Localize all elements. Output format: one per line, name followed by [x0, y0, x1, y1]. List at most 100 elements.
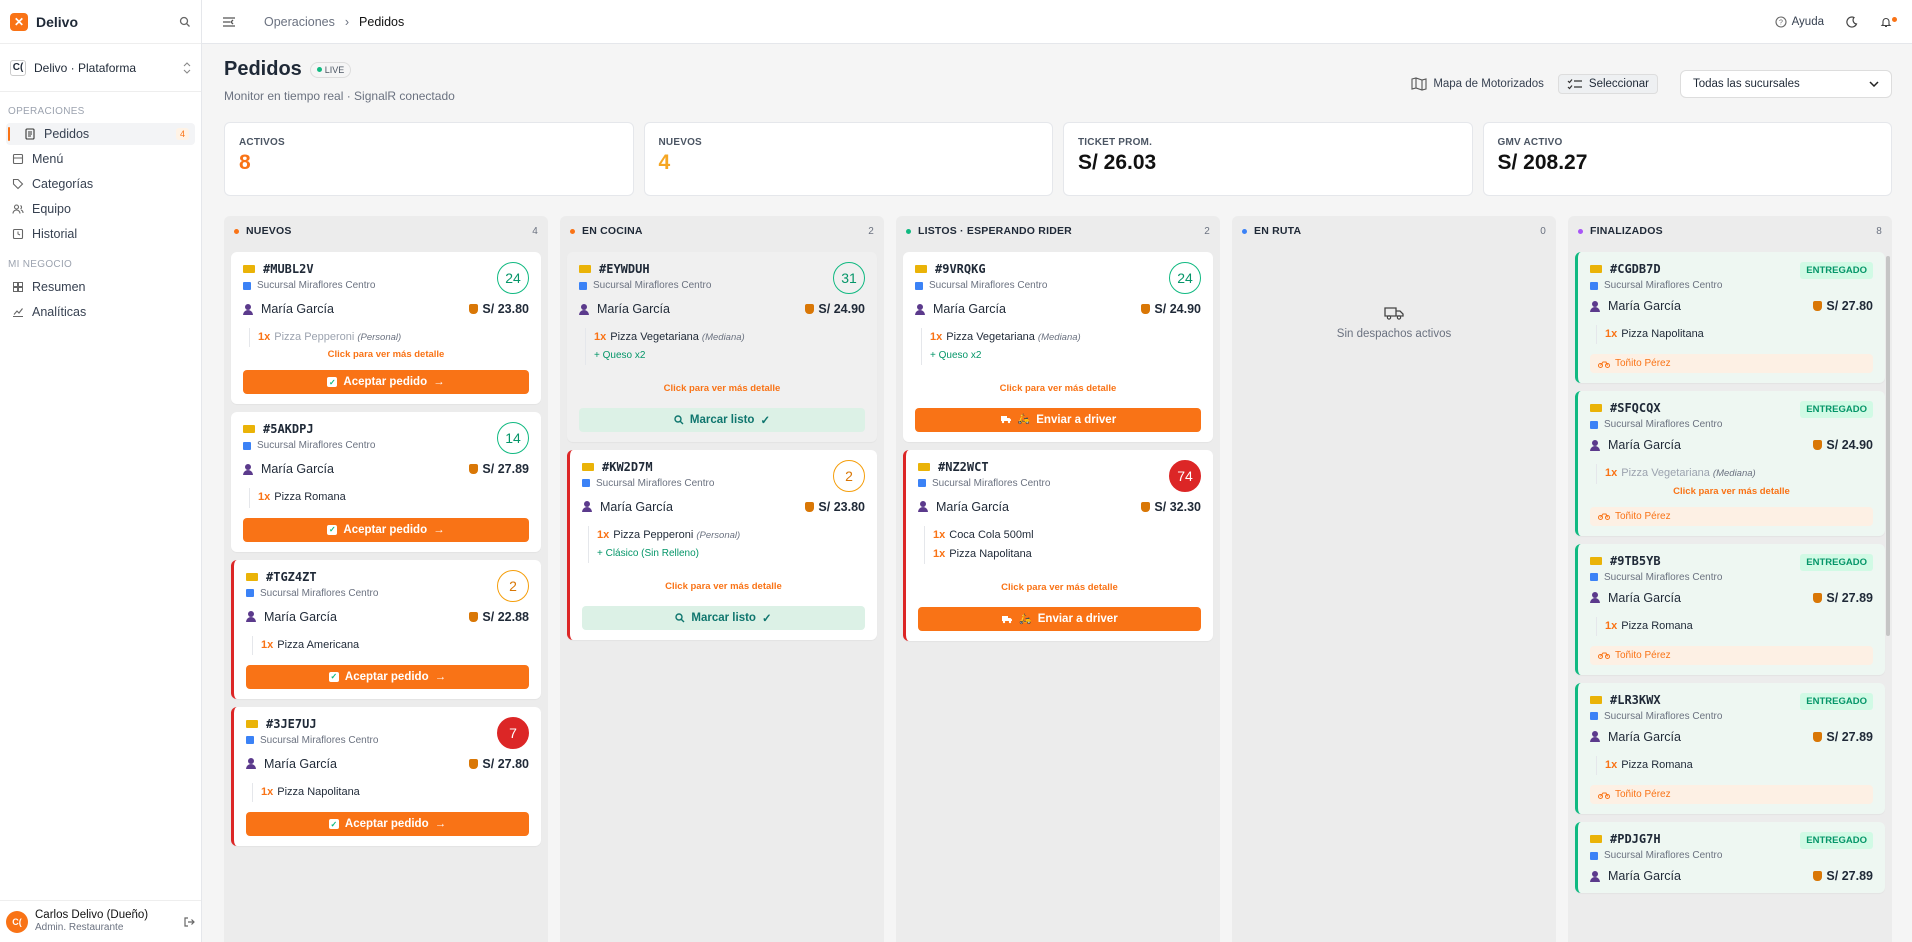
detail-link[interactable]: Click para ver más detalle — [579, 383, 865, 394]
stat-value: S/ 208.27 — [1497, 151, 1588, 174]
order-total: S/ 24.90 — [1141, 302, 1201, 316]
order-card[interactable]: #LR3KWX Sucursal Miraflores Centro ENTREGA… — [1575, 682, 1885, 814]
platform-switcher[interactable]: C( Delivo · Plataforma — [0, 44, 201, 92]
order-card[interactable]: #5AKDPJ Sucursal Miraflores Centro 14 María… — [231, 412, 541, 552]
detail-link[interactable]: Click para ver más detalle — [582, 581, 865, 592]
order-code-row: #3JE7UJ — [246, 717, 378, 731]
aceptar-pedido-button[interactable]: ✓ Aceptar pedido → — [246, 812, 529, 836]
item-qty: 1x — [1605, 619, 1618, 632]
detail-link[interactable]: Click para ver más detalle — [243, 349, 529, 360]
bike-icon — [1598, 513, 1610, 520]
logout-icon[interactable] — [183, 916, 195, 928]
detail-link[interactable]: Click para ver más detalle — [918, 582, 1201, 593]
sidebar-item-equipo[interactable]: Equipo — [6, 198, 195, 220]
stat-value: 8 — [239, 151, 251, 174]
order-timer: 31 — [833, 262, 865, 294]
help-link[interactable]: ? Ayuda — [1775, 16, 1824, 28]
help-label: Ayuda — [1791, 15, 1824, 28]
sidebar-item-categorias[interactable]: Categorías — [6, 173, 195, 195]
branch-name: Sucursal Miraflores Centro — [257, 440, 376, 452]
sidebar-nav: OPERACIONES Pedidos 4 Menú Categorías Equipo H… — [0, 106, 201, 323]
order-meta: #LR3KWX Sucursal Miraflores Centro — [1590, 693, 1722, 722]
customer-name: María García — [597, 302, 670, 316]
sidebar-item-resumen[interactable]: Resumen — [6, 276, 195, 298]
button-label: Aceptar pedido — [344, 818, 429, 830]
item-name: Pizza Romana — [1621, 619, 1693, 632]
map-button[interactable]: Mapa de Motorizados — [1411, 77, 1544, 91]
order-card[interactable]: #PDJG7H Sucursal Miraflores Centro ENTREGA… — [1575, 822, 1885, 893]
platform-name: Delivo · Plataforma — [34, 60, 137, 75]
order-card[interactable]: #CGDB7D Sucursal Miraflores Centro ENTREGA… — [1575, 252, 1885, 384]
money-bag-icon — [469, 464, 479, 475]
item-qty: 1x — [1605, 758, 1618, 771]
detail-link[interactable]: Click para ver más detalle — [915, 383, 1201, 394]
stat-label: NUEVOS — [658, 137, 702, 148]
sidebar-item-menu[interactable]: Menú — [6, 148, 195, 170]
order-card[interactable]: #EYWDUH Sucursal Miraflores Centro 31 María… — [567, 252, 877, 442]
checkbox-icon: ✓ — [327, 377, 338, 388]
order-card[interactable]: #NZ2WCT Sucursal Miraflores Centro 74 María… — [903, 449, 1213, 642]
select-button[interactable]: Seleccionar — [1557, 74, 1658, 94]
order-card[interactable]: #TGZ4ZT Sucursal Miraflores Centro 2 María … — [231, 559, 541, 699]
column-cards: #MUBL2V Sucursal Miraflores Centro 24 María… — [224, 246, 548, 860]
moon-icon[interactable] — [1846, 15, 1858, 28]
order-card[interactable]: #KW2D7M Sucursal Miraflores Centro 2 María … — [567, 449, 877, 640]
aceptar-pedido-button[interactable]: ✓ Aceptar pedido → — [243, 370, 529, 395]
column-scrollbar[interactable] — [1886, 256, 1890, 636]
item-qty: 1x — [261, 638, 274, 651]
marcar-listo-button[interactable]: Marcar listo ✓ — [579, 407, 865, 432]
order-code-row: #CGDB7D — [1590, 262, 1722, 276]
status-badge: ENTREGADO — [1800, 553, 1873, 571]
aceptar-pedido-button[interactable]: ✓ Aceptar pedido → — [246, 664, 529, 689]
user-profile[interactable]: C( Carlos Delivo (Dueño) Admin. Restaura… — [0, 900, 201, 942]
enviar-a-driver-button[interactable]: 🛵 Enviar a driver — [915, 407, 1201, 432]
item-extra: + Clásico (Sin Relleno) — [597, 548, 699, 559]
ticket-icon — [243, 265, 255, 273]
order-item: 1x Pizza Pepperoni (Personal) — [597, 526, 865, 545]
order-timer: 74 — [1169, 459, 1201, 492]
order-card-header: #5AKDPJ Sucursal Miraflores Centro 14 — [243, 422, 529, 455]
detail-link[interactable]: Click para ver más detalle — [1590, 486, 1873, 497]
order-total: S/ 23.80 — [805, 500, 865, 514]
item-extra: + Queso x2 — [594, 350, 646, 362]
user-role: Admin. Restaurante — [35, 922, 124, 934]
order-items: 1x Pizza Napolitana — [1596, 325, 1873, 345]
rider-name: Toñito Pérez — [1615, 358, 1671, 370]
marcar-listo-button[interactable]: Marcar listo ✓ — [582, 605, 865, 630]
branch-name: Sucursal Miraflores Centro — [260, 587, 379, 599]
branch-name: Sucursal Miraflores Centro — [257, 280, 376, 291]
notifications-button[interactable] — [1880, 16, 1897, 28]
order-code-row: #TGZ4ZT — [246, 570, 378, 584]
column-count: 0 — [1540, 225, 1546, 237]
aceptar-pedido-button[interactable]: ✓ Aceptar pedido → — [243, 517, 529, 542]
book-icon — [12, 153, 24, 165]
search-icon[interactable] — [179, 16, 191, 28]
empty-state-label: Sin despachos activos — [1336, 328, 1452, 340]
order-card[interactable]: #MUBL2V Sucursal Miraflores Centro 24 María… — [231, 252, 541, 405]
order-timer: 7 — [497, 716, 529, 749]
item-name: Pizza Vegetariana — [610, 331, 699, 343]
money-bag-icon — [805, 304, 815, 314]
arrow-right-icon: → — [433, 523, 445, 536]
sidebar-item-historial[interactable]: Historial — [6, 223, 195, 245]
users-icon — [12, 203, 24, 215]
order-card[interactable]: #3JE7UJ Sucursal Miraflores Centro 7 María … — [231, 706, 541, 846]
order-card[interactable]: #SFQCQX Sucursal Miraflores Centro ENTREGA… — [1575, 391, 1885, 536]
breadcrumb-operaciones[interactable]: Operaciones — [264, 15, 335, 29]
truck-icon — [1002, 615, 1013, 623]
branch-select[interactable]: Todas las sucursales — [1680, 70, 1892, 98]
page-header: Pedidos LIVE Monitor en tiempo real · Si… — [224, 58, 1892, 108]
breadcrumb: Operaciones › Pedidos — [264, 15, 404, 29]
enviar-a-driver-button[interactable]: 🛵 Enviar a driver — [918, 607, 1201, 632]
menu-toggle-icon[interactable] — [222, 16, 236, 28]
button-label: Aceptar pedido — [343, 376, 428, 389]
sidebar-item-analiticas[interactable]: Analíticas — [6, 301, 195, 323]
customer-name: María García — [264, 756, 337, 771]
person-icon — [579, 303, 589, 315]
select-label: Seleccionar — [1588, 78, 1649, 90]
sidebar-item-pedidos[interactable]: Pedidos 4 — [6, 123, 195, 145]
branch-name: Sucursal Miraflores Centro — [1604, 419, 1723, 431]
bell-icon — [1880, 17, 1892, 27]
order-card[interactable]: #9VRQKG Sucursal Miraflores Centro 24 María… — [903, 252, 1213, 442]
order-card[interactable]: #9TB5YB Sucursal Miraflores Centro ENTREGA… — [1575, 543, 1885, 675]
